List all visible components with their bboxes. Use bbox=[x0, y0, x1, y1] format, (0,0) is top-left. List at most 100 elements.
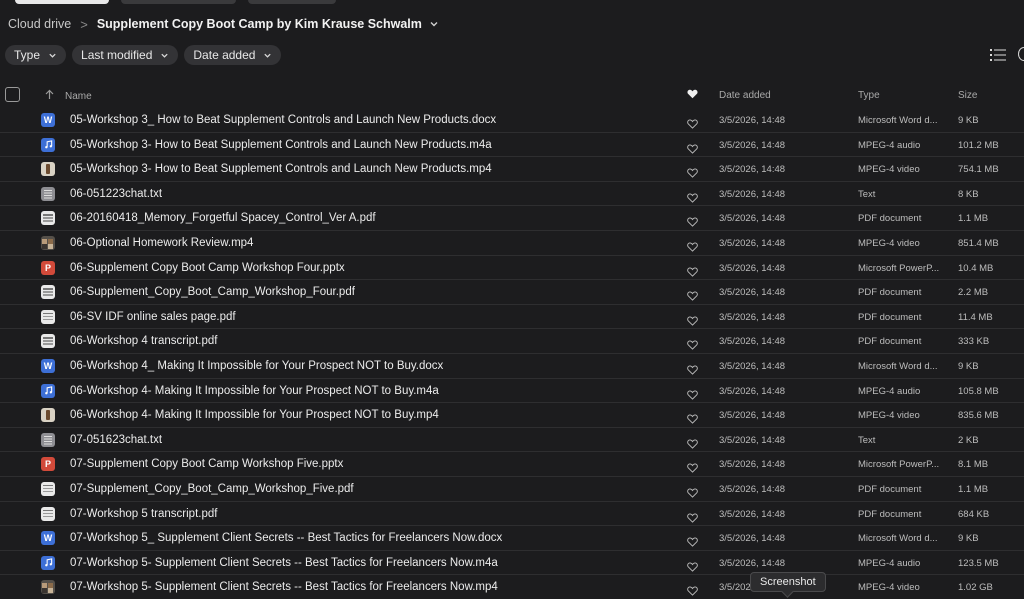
file-type: PDF document bbox=[858, 508, 922, 520]
favorite-heart-icon[interactable] bbox=[687, 436, 698, 449]
favorite-heart-icon[interactable] bbox=[687, 116, 698, 129]
file-name[interactable]: 06-Supplement_Copy_Boot_Camp_Workshop_Fo… bbox=[70, 286, 355, 298]
favorite-heart-icon[interactable] bbox=[687, 141, 698, 154]
favorite-heart-icon[interactable] bbox=[687, 264, 698, 277]
favorite-heart-icon[interactable] bbox=[687, 337, 698, 351]
file-name[interactable]: 07-Workshop 5- Supplement Client Secrets… bbox=[70, 581, 498, 593]
file-row[interactable]: W 05-Workshop 3_ How to Beat Supplement C… bbox=[0, 109, 1024, 133]
file-size: 333 KB bbox=[958, 336, 990, 348]
favorite-heart-icon[interactable] bbox=[687, 485, 698, 498]
text-icon bbox=[41, 186, 55, 201]
file-size: 9 KB bbox=[958, 533, 979, 545]
favorite-heart-icon[interactable] bbox=[687, 165, 698, 178]
file-row[interactable]: 07-Supplement_Copy_Boot_Camp_Workshop_Fi… bbox=[0, 477, 1024, 502]
word-icon: W bbox=[41, 113, 55, 127]
file-name[interactable]: 05-Workshop 3- How to Beat Supplement Co… bbox=[70, 139, 492, 151]
file-row[interactable]: W 07-Workshop 5_ Supplement Client Secret… bbox=[0, 526, 1024, 551]
column-header-name[interactable]: Name bbox=[65, 91, 92, 102]
file-name[interactable]: 06-Workshop 4- Making It Impossible for … bbox=[70, 385, 439, 397]
file-name[interactable]: 06-Workshop 4 transcript.pdf bbox=[70, 335, 217, 347]
file-name[interactable]: 06-20160418_Memory_Forgetful Spacey_Cont… bbox=[70, 212, 376, 224]
column-header-size[interactable]: Size bbox=[958, 90, 977, 101]
file-date-added: 3/5/2026, 14:48 bbox=[719, 115, 786, 126]
window-tab[interactable] bbox=[248, 0, 336, 4]
file-name[interactable]: 07-Workshop 5 transcript.pdf bbox=[70, 508, 217, 520]
filter-bar: Type Last modified Date added bbox=[5, 45, 282, 65]
info-icon[interactable] bbox=[1018, 47, 1024, 61]
file-row[interactable]: 07-Workshop 5 transcript.pdf 3/5/2026, 14… bbox=[0, 502, 1024, 527]
list-view-icon[interactable] bbox=[990, 48, 1006, 62]
file-date-added: 3/5/2026, 14:48 bbox=[719, 410, 786, 422]
file-name[interactable]: 05-Workshop 3_ How to Beat Supplement Co… bbox=[70, 114, 496, 126]
column-header-type[interactable]: Type bbox=[858, 90, 880, 101]
file-name[interactable]: 07-Workshop 5- Supplement Client Secrets… bbox=[70, 557, 498, 569]
file-name[interactable]: 07-Workshop 5_ Supplement Client Secrets… bbox=[70, 532, 502, 544]
video-icon bbox=[41, 162, 55, 177]
favorite-heart-icon[interactable] bbox=[687, 190, 698, 203]
file-name[interactable]: 07-Supplement Copy Boot Camp Workshop Fi… bbox=[70, 458, 343, 470]
breadcrumb-cloud-drive[interactable]: Cloud drive bbox=[8, 17, 71, 31]
file-row[interactable]: 07-051623chat.txt 3/5/2026, 14:48 Text 2 KB bbox=[0, 428, 1024, 453]
file-row[interactable]: 06-Optional Homework Review.mp4 3/5/2026,… bbox=[0, 231, 1024, 256]
file-name[interactable]: 06-051223chat.txt bbox=[70, 188, 162, 200]
window-tab-active[interactable] bbox=[15, 0, 109, 4]
file-row[interactable]: 06-051223chat.txt 3/5/2026, 14:48 Text 8 KB bbox=[0, 182, 1024, 207]
file-size: 1.02 GB bbox=[958, 582, 993, 594]
file-size: 10.4 MB bbox=[958, 262, 994, 274]
window-tab[interactable] bbox=[121, 0, 236, 4]
filter-date-added[interactable]: Date added bbox=[184, 45, 282, 65]
breadcrumb: Cloud drive > Supplement Copy Boot Camp … bbox=[8, 16, 439, 32]
file-row[interactable]: P 07-Supplement Copy Boot Camp Workshop F… bbox=[0, 452, 1024, 477]
file-name[interactable]: 06-SV IDF online sales page.pdf bbox=[70, 311, 236, 323]
file-name[interactable]: 05-Workshop 3- How to Beat Supplement Co… bbox=[70, 163, 492, 175]
file-date-added: 3/5/2026, 14:48 bbox=[719, 360, 786, 372]
select-all-checkbox[interactable] bbox=[5, 87, 20, 102]
filter-type[interactable]: Type bbox=[5, 45, 67, 65]
file-date-added: 3/5/2026, 14:48 bbox=[719, 385, 786, 397]
file-row[interactable]: 06-SV IDF online sales page.pdf 3/5/2026,… bbox=[0, 305, 1024, 330]
favorite-heart-icon[interactable] bbox=[687, 460, 698, 474]
filter-type-label: Type bbox=[14, 48, 41, 62]
file-name[interactable]: 06-Workshop 4- Making It Impossible for … bbox=[70, 409, 439, 421]
favorite-heart-icon[interactable] bbox=[687, 387, 698, 400]
file-name[interactable]: 07-051623chat.txt bbox=[70, 434, 162, 446]
file-name[interactable]: 06-Optional Homework Review.mp4 bbox=[70, 237, 253, 249]
file-row[interactable]: 07-Workshop 5- Supplement Client Secrets… bbox=[0, 551, 1024, 576]
file-name[interactable]: 06-Supplement Copy Boot Camp Workshop Fo… bbox=[70, 262, 345, 274]
file-row[interactable]: 06-20160418_Memory_Forgetful Spacey_Cont… bbox=[0, 206, 1024, 231]
file-row[interactable]: 05-Workshop 3- How to Beat Supplement Co… bbox=[0, 133, 1024, 158]
favorite-heart-icon[interactable] bbox=[687, 288, 698, 301]
breadcrumb-separator: > bbox=[80, 16, 88, 32]
file-type: PDF document bbox=[858, 287, 922, 299]
file-row[interactable]: 06-Workshop 4 transcript.pdf 3/5/2026, 14… bbox=[0, 329, 1024, 354]
file-name[interactable]: 06-Workshop 4_ Making It Impossible for … bbox=[70, 360, 443, 372]
file-row[interactable]: P 06-Supplement Copy Boot Camp Workshop F… bbox=[0, 256, 1024, 281]
pdf-icon bbox=[41, 309, 55, 324]
column-header-date-added[interactable]: Date added bbox=[719, 90, 771, 101]
file-row[interactable]: 05-Workshop 3- How to Beat Supplement Co… bbox=[0, 157, 1024, 182]
favorite-heart-icon[interactable] bbox=[687, 239, 698, 252]
favorite-heart-icon[interactable] bbox=[687, 313, 698, 326]
favorite-heart-icon[interactable] bbox=[687, 362, 698, 375]
file-row[interactable]: 07-Workshop 5- Supplement Client Secrets… bbox=[0, 575, 1024, 599]
favorite-heart-icon[interactable] bbox=[687, 510, 698, 523]
favorite-heart-icon[interactable] bbox=[687, 583, 698, 597]
favorite-heart-icon[interactable] bbox=[687, 214, 698, 228]
favorite-header-heart-icon[interactable] bbox=[687, 89, 698, 99]
file-row[interactable]: 06-Workshop 4- Making It Impossible for … bbox=[0, 379, 1024, 404]
file-name[interactable]: 07-Supplement_Copy_Boot_Camp_Workshop_Fi… bbox=[70, 483, 354, 495]
audio-icon bbox=[41, 555, 55, 570]
favorite-heart-icon[interactable] bbox=[687, 559, 698, 572]
pdf-icon bbox=[41, 481, 55, 496]
filter-last-modified[interactable]: Last modified bbox=[72, 45, 179, 65]
file-size: 1.1 MB bbox=[958, 483, 989, 495]
chevron-down-icon[interactable] bbox=[429, 19, 439, 29]
favorite-heart-icon[interactable] bbox=[687, 534, 698, 547]
sort-ascending-icon[interactable] bbox=[45, 89, 54, 100]
file-size: 2 KB bbox=[958, 434, 979, 446]
file-row[interactable]: 06-Supplement_Copy_Boot_Camp_Workshop_Fo… bbox=[0, 280, 1024, 305]
file-row[interactable]: W 06-Workshop 4_ Making It Impossible for… bbox=[0, 354, 1024, 379]
file-row[interactable]: 06-Workshop 4- Making It Impossible for … bbox=[0, 403, 1024, 428]
favorite-heart-icon[interactable] bbox=[687, 411, 698, 424]
breadcrumb-current-folder[interactable]: Supplement Copy Boot Camp by Kim Krause … bbox=[97, 17, 422, 31]
